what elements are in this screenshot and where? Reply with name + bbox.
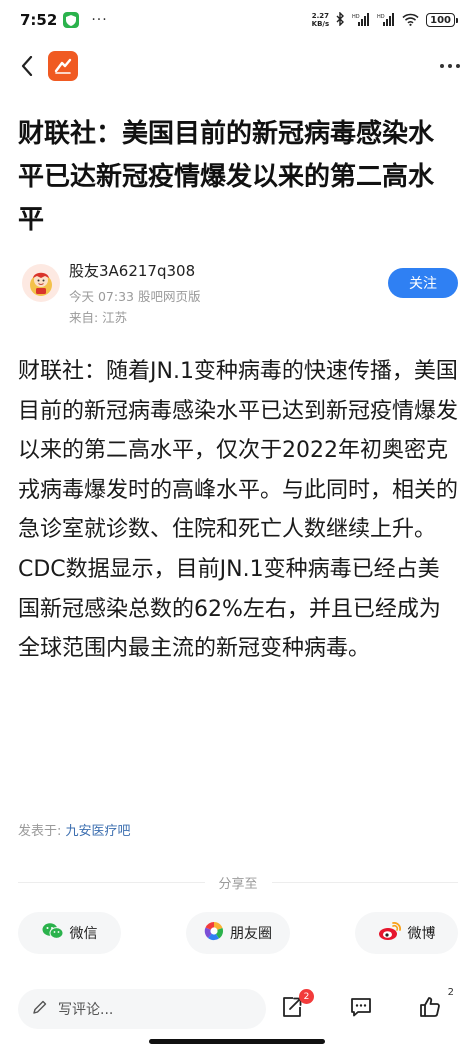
share-divider: 分享至 [18,872,459,892]
signal-icon-2: HD [377,11,395,30]
share-row: 微信 朋友圈 微博 [18,912,458,954]
author-meta: 今天 07:33 股吧网页版 来自: 江苏 [69,286,200,328]
share-moments-label: 朋友圈 [230,926,272,942]
avatar[interactable] [22,264,60,302]
share-weibo-button[interactable]: 微博 [355,912,458,954]
app-logo-icon[interactable] [48,51,78,81]
more-options-icon[interactable] [440,64,460,68]
comment-input[interactable]: 写评论... [18,989,266,1029]
nav-bar [0,44,474,88]
share-badge: 2 [299,989,314,1004]
network-speed-unit: KB/s [311,20,330,28]
status-time: 7:52 [20,11,58,29]
article-body: 财联社：随着JN.1变种病毒的快速传播，美国目前的新冠病毒感染水平已达到新冠疫情… [18,359,459,662]
signal-icon: HD [352,11,370,30]
posted-in: 发表于: 九安医疗吧 [18,820,131,839]
author-name[interactable]: 股友3A6217q308 [69,260,195,281]
svg-text:HD: HD [352,14,360,20]
back-arrow-icon[interactable] [14,53,40,79]
article-title: 财联社：美国目前的新冠病毒感染水平已达新冠疫情爆发以来的第二高水平 [18,119,435,235]
comment-placeholder: 写评论... [58,1002,114,1018]
share-moments-button[interactable]: 朋友圈 [186,912,290,954]
shield-icon [63,12,80,28]
battery-level: 100 [426,13,455,27]
post-location: 来自: 江苏 [69,310,128,325]
share-button[interactable]: 2 [274,989,314,1027]
wifi-icon [402,11,419,30]
moments-icon [204,921,224,945]
pen-icon [32,999,48,1019]
status-bar: 7:52 ··· 2.27 KB/s HD HD 100 [0,0,474,40]
post-time: 今天 07:33 股吧网页版 [69,289,201,304]
share-label: 分享至 [218,876,258,892]
author-row: 股友3A6217q308 今天 07:33 股吧网页版 来自: 江苏 关注 [18,258,458,330]
notification-dots: ··· [91,12,108,28]
share-wechat-button[interactable]: 微信 [18,912,121,954]
battery-icon: 100 [426,13,458,27]
comment-button[interactable] [343,991,379,1027]
like-count: 2 [447,987,454,998]
follow-button[interactable]: 关注 [388,268,458,298]
comment-icon [349,995,373,1023]
status-indicators: 2.27 KB/s HD HD 100 [312,10,458,30]
thumbs-up-icon [418,995,442,1023]
bottom-bar: 写评论... 2 2 [0,985,474,1035]
forum-link[interactable]: 九安医疗吧 [66,824,131,839]
network-speed-value: 2.27 [311,12,330,20]
home-indicator[interactable] [149,1039,325,1044]
svg-text:HD: HD [377,14,385,20]
share-wechat-label: 微信 [69,926,98,942]
share-weibo-label: 微博 [407,926,436,942]
weibo-icon [378,921,402,945]
network-speed: 2.27 KB/s [312,12,329,28]
like-button[interactable]: 2 [412,987,454,1027]
bluetooth-icon [336,10,345,30]
posted-in-label: 发表于: [18,824,62,839]
wechat-icon [42,922,64,944]
